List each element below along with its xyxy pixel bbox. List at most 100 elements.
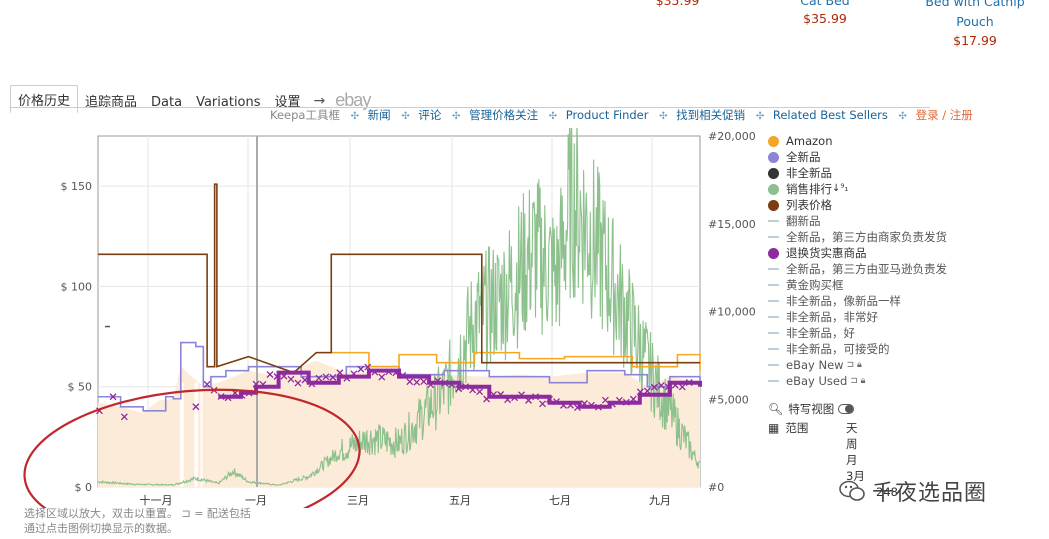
product-1-price: $35.99 [655,0,700,8]
chart-hint-zoom: 选择区域以放大，双击以重置。 ⊐ = 配送包括 [24,507,251,520]
legend-item[interactable]: eBay New ⊐ 🔒︎ [768,357,947,373]
toolbar-link-reviews[interactable]: 评论 [418,108,441,122]
tab-data[interactable]: Data [144,91,189,113]
chart-legend: Amazon 全新品 非全新品 销售排行 ↓⁹₁ 列表价格 翻新品 全新品，第三方由商家负责… [768,133,947,389]
toolbar-login-link[interactable]: 登录 / 注册 [916,108,973,122]
legend-label: 非全新品，像新品一样 [786,294,901,308]
legend-item[interactable]: 退换货实惠商品 [768,245,947,261]
toggle-icon[interactable] [838,404,855,414]
legend-marker-icon [768,348,779,350]
legend-item[interactable]: 翻新品 [768,213,947,229]
product-2-name[interactable]: Cat Bed [770,0,880,10]
legend-label: eBay New [786,358,844,372]
legend-item[interactable]: 非全新品 [768,165,947,181]
legend-item[interactable]: 非全新品，像新品一样 [768,293,947,309]
price-area-fill [98,360,700,487]
product-2[interactable]: Cat Bed $35.99 [770,0,880,28]
legend-marker-icon [768,183,779,195]
product-3[interactable]: Bed with Catnip Pouch $17.99 [915,0,1035,50]
calendar-icon: ▦ [768,421,780,435]
y-right-tick-label: #20,000 [708,130,756,143]
legend-marker-icon [768,268,779,270]
legend-label: 非全新品，非常好 [786,310,878,324]
data-gap [200,382,203,487]
legend-label: 非全新品，好 [786,326,855,340]
legend-label: 翻新品 [786,214,821,228]
lock-icon: ⊐ 🔒︎ [846,360,862,370]
legend-label: 黄金购买框 [786,278,844,292]
toolbar-link-news[interactable]: 新闻 [368,108,391,122]
x-tick-label: 七月 [549,494,571,507]
legend-marker-icon [768,151,779,163]
lock-icon: ⊐ 🔒︎ [850,376,866,386]
separator-icon: ✣ [401,111,410,122]
range-label: 范围 [785,421,809,435]
legend-marker-icon [768,199,779,211]
legend-item[interactable]: 全新品，第三方由亚马逊负责发 [768,261,947,277]
range-option: ▦ 范围 [768,420,808,436]
product-1[interactable]: $35.99 [640,0,715,10]
legend-label: 全新品，第三方由商家负责发货 [786,230,947,244]
legend-item[interactable]: 黄金购买框 [768,277,947,293]
product-2-price: $35.99 [803,11,847,26]
closeup-label: 特写视图 [788,402,835,416]
legend-label: 销售排行 [786,182,832,196]
toolbar-link-best-sellers[interactable]: Related Best Sellers [773,108,888,122]
toolbar-link-product-finder[interactable]: Product Finder [566,108,649,122]
magnifier-icon: 🔍︎ [768,402,784,416]
legend-label: Amazon [786,134,833,148]
x-tick-label: 五月 [449,494,471,507]
closeup-option[interactable]: 🔍︎ 特写视图 [768,401,855,417]
legend-item[interactable]: eBay Used ⊐ 🔒︎ [768,373,947,389]
x-tick-label: 三月 [347,494,369,507]
legend-marker-icon [768,332,779,334]
legend-marker-icon [768,300,779,302]
y-left-tick-label: $ 150 [61,180,93,193]
legend-item[interactable]: 非全新品，可接受的 [768,341,947,357]
legend-label: 列表价格 [786,198,832,212]
toolbar-link-price-watch[interactable]: 管理价格关注 [469,108,538,122]
legend-item[interactable]: Amazon [768,133,947,149]
range-month[interactable]: 月 [846,452,898,468]
y-right-tick-label: #10,000 [708,306,756,319]
range-week[interactable]: 周 [846,436,898,452]
legend-item[interactable]: 非全新品，非常好 [768,309,947,325]
watermark: 千夜选品圈 [838,475,987,507]
y-right-tick-label: #15,000 [708,218,756,231]
legend-label: 非全新品 [786,166,832,180]
y-left-tick-label: $ 0 [75,481,93,494]
legend-marker-icon [768,316,779,318]
legend-item[interactable]: 全新品 [768,149,947,165]
legend-marker-icon [768,364,779,366]
legend-marker-icon [768,167,779,179]
legend-item[interactable]: 全新品，第三方由商家负责发货 [768,229,947,245]
y-left-tick-label: $ 100 [61,280,93,293]
legend-label: 非全新品，可接受的 [786,342,890,356]
x-tick-label: 十一月 [140,493,173,507]
legend-item[interactable]: 销售排行 ↓⁹₁ [768,181,947,197]
chart-hint: 选择区域以放大，双击以重置。 ⊐ = 配送包括 通过点击图例切换显示的数据。 [24,506,251,536]
keepa-toolbar: Keepa工具框 ✣ 新闻 ✣ 评论 ✣ 管理价格关注 ✣ Product Fi… [270,107,975,123]
toolbar-link-deals[interactable]: 找到相关促销 [676,108,745,122]
tab-price-history[interactable]: 价格历史 [10,85,79,113]
range-day[interactable]: 天 [846,420,898,436]
tab-variations[interactable]: Variations [189,91,267,113]
product-3-name[interactable]: Bed with Catnip Pouch [919,0,1031,32]
legend-label: eBay Used [786,374,848,388]
y-right-tick-label: #0 [708,481,724,494]
price-history-chart[interactable]: $ 0 $ 50 $ 100 $ 150 #0 #5,000 #10,000 #15,000 #… [0,128,762,508]
product-3-price: $17.99 [953,33,997,48]
separator-icon: ✣ [898,111,907,122]
y-right-tick-label: #5,000 [708,393,749,406]
tab-track-product[interactable]: 追踪商品 [78,87,144,113]
legend-item[interactable]: 列表价格 [768,197,947,213]
legend-marker-icon [768,247,779,259]
legend-item[interactable]: 非全新品，好 [768,325,947,341]
data-gap [194,382,199,487]
legend-marker-icon [768,284,779,286]
sort-icon[interactable]: ↓⁹₁ [832,181,848,197]
y-left-tick-label: $ 50 [68,381,93,394]
wechat-icon [839,480,865,501]
chart-hint-toggle: 通过点击图例切换显示的数据。 [24,522,178,535]
legend-marker-icon [768,220,779,222]
